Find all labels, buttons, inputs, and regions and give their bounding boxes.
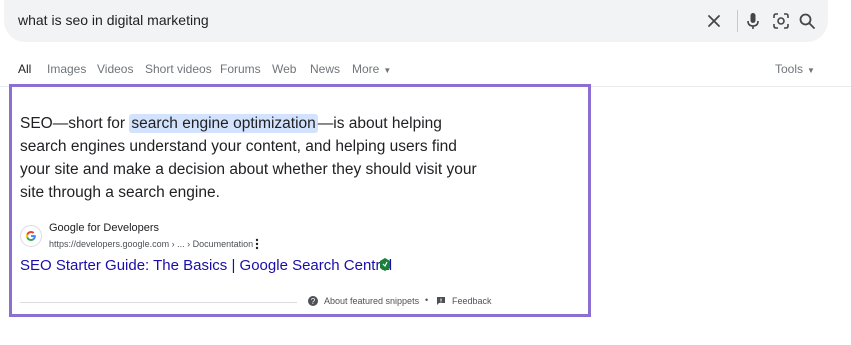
- link-badge-icon: [380, 258, 390, 271]
- source-name[interactable]: Google for Developers: [49, 222, 159, 234]
- chevron-down-icon: ▼: [383, 66, 392, 75]
- feedback-icon: [437, 297, 445, 305]
- tab-news[interactable]: News: [310, 62, 340, 76]
- footer-divider: [20, 302, 297, 303]
- answer-text-before: SEO—short for: [20, 115, 130, 132]
- footer-separator: •: [425, 295, 429, 305]
- tab-videos[interactable]: Videos: [97, 62, 133, 76]
- google-logo-icon[interactable]: [20, 225, 42, 247]
- about-label: About featured snippets: [324, 296, 420, 306]
- search-input[interactable]: what is seo in digital marketing: [18, 12, 209, 28]
- snippet-answer: SEO—short for search engine optimization…: [20, 112, 490, 204]
- about-featured-snippets[interactable]: ? About featured snippets: [308, 296, 419, 306]
- svg-text:?: ?: [311, 297, 316, 306]
- tools-menu[interactable]: Tools ▼: [775, 62, 815, 76]
- feedback-button[interactable]: Feedback: [436, 296, 492, 306]
- tools-label: Tools: [775, 62, 804, 76]
- tab-web[interactable]: Web: [272, 62, 296, 76]
- microphone-icon[interactable]: [743, 11, 763, 31]
- lens-icon[interactable]: [771, 11, 791, 31]
- result-link[interactable]: SEO Starter Guide: The Basics | Google S…: [20, 257, 392, 274]
- search-bar[interactable]: what is seo in digital marketing: [4, 0, 828, 42]
- more-vert-icon[interactable]: [255, 238, 259, 250]
- answer-highlight: search engine optimization: [129, 114, 318, 133]
- search-bar-divider: [737, 10, 738, 32]
- search-icon[interactable]: [797, 11, 817, 31]
- feedback-label: Feedback: [452, 296, 492, 306]
- featured-snippet: SEO—short for search engine optimization…: [9, 84, 591, 317]
- tab-images[interactable]: Images: [47, 62, 86, 76]
- clear-icon[interactable]: [704, 11, 724, 31]
- tab-more[interactable]: More ▼: [352, 62, 391, 76]
- tab-all[interactable]: All: [18, 62, 31, 76]
- help-icon: ?: [308, 296, 318, 306]
- tab-forums[interactable]: Forums: [220, 62, 261, 76]
- source-url[interactable]: https://developers.google.com › ... › Do…: [49, 239, 253, 249]
- tab-short-videos[interactable]: Short videos: [145, 62, 212, 76]
- chevron-down-icon: ▼: [807, 66, 815, 75]
- tab-more-label: More: [352, 62, 380, 76]
